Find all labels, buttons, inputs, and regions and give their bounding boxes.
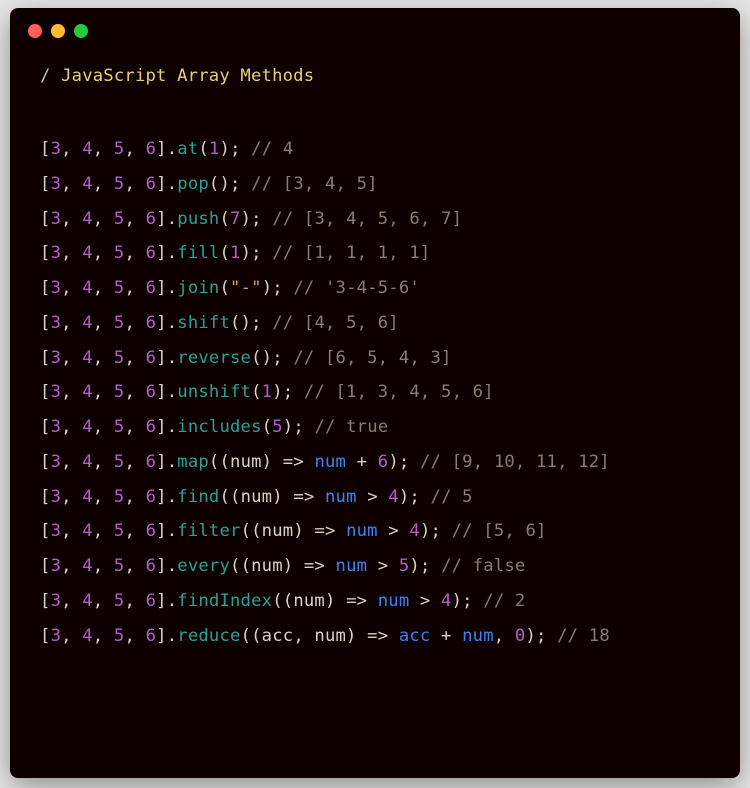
- code-line: [3, 4, 5, 6].findIndex((num) => num > 4)…: [40, 584, 710, 619]
- code-line: [3, 4, 5, 6].includes(5); // true: [40, 410, 710, 445]
- code-line: [3, 4, 5, 6].pop(); // [3, 4, 5]: [40, 167, 710, 202]
- method-name: map: [177, 452, 209, 472]
- result-comment: // [1, 3, 4, 5, 6]: [304, 382, 494, 402]
- result-comment: // 2: [483, 591, 525, 611]
- method-name: reduce: [177, 626, 240, 646]
- method-name: shift: [177, 313, 230, 333]
- result-comment: // 5: [431, 487, 473, 507]
- result-comment: // [6, 5, 4, 3]: [293, 348, 451, 368]
- code-line: [3, 4, 5, 6].reduce((acc, num) => acc + …: [40, 619, 710, 654]
- result-comment: // '3-4-5-6': [293, 278, 420, 298]
- method-name: join: [177, 278, 219, 298]
- method-name: pop: [177, 174, 209, 194]
- code-line: [3, 4, 5, 6].at(1); // 4: [40, 132, 710, 167]
- method-name: reverse: [177, 348, 251, 368]
- code-line: [3, 4, 5, 6].every((num) => num > 5); //…: [40, 549, 710, 584]
- close-icon[interactable]: [28, 24, 42, 38]
- code-content: / JavaScript Array Methods [3, 4, 5, 6].…: [10, 46, 740, 673]
- result-comment: // [4, 5, 6]: [272, 313, 399, 333]
- code-line: [3, 4, 5, 6].fill(1); // [1, 1, 1, 1]: [40, 236, 710, 271]
- code-line: [3, 4, 5, 6].find((num) => num > 4); // …: [40, 480, 710, 515]
- window-titlebar: [10, 8, 740, 46]
- method-name: findIndex: [177, 591, 272, 611]
- code-line: [3, 4, 5, 6].shift(); // [4, 5, 6]: [40, 306, 710, 341]
- maximize-icon[interactable]: [74, 24, 88, 38]
- method-name: push: [177, 209, 219, 229]
- code-line: [3, 4, 5, 6].reverse(); // [6, 5, 4, 3]: [40, 341, 710, 376]
- code-line: [3, 4, 5, 6].unshift(1); // [1, 3, 4, 5,…: [40, 375, 710, 410]
- result-comment: // [3, 4, 5]: [251, 174, 378, 194]
- method-name: includes: [177, 417, 261, 437]
- code-line: [3, 4, 5, 6].push(7); // [3, 4, 5, 6, 7]: [40, 202, 710, 237]
- result-comment: // [3, 4, 5, 6, 7]: [272, 209, 462, 229]
- result-comment: // [1, 1, 1, 1]: [272, 243, 430, 263]
- result-comment: // [5, 6]: [452, 521, 547, 541]
- method-name: at: [177, 139, 198, 159]
- method-name: find: [177, 487, 219, 507]
- code-line: [3, 4, 5, 6].join("-"); // '3-4-5-6': [40, 271, 710, 306]
- code-line: [3, 4, 5, 6].filter((num) => num > 4); /…: [40, 514, 710, 549]
- code-lines: [3, 4, 5, 6].at(1); // 4[3, 4, 5, 6].pop…: [40, 132, 710, 653]
- method-name: unshift: [177, 382, 251, 402]
- method-name: filter: [177, 521, 240, 541]
- method-name: fill: [177, 243, 219, 263]
- result-comment: // true: [314, 417, 388, 437]
- title-comment: / JavaScript Array Methods: [40, 66, 710, 86]
- result-comment: // [9, 10, 11, 12]: [420, 452, 610, 472]
- method-name: every: [177, 556, 230, 576]
- title-text: JavaScript Array Methods: [51, 66, 315, 86]
- result-comment: // 4: [251, 139, 293, 159]
- title-slash: /: [40, 66, 51, 86]
- result-comment: // false: [441, 556, 525, 576]
- code-line: [3, 4, 5, 6].map((num) => num + 6); // […: [40, 445, 710, 480]
- code-window: / JavaScript Array Methods [3, 4, 5, 6].…: [10, 8, 740, 778]
- result-comment: // 18: [557, 626, 610, 646]
- minimize-icon[interactable]: [51, 24, 65, 38]
